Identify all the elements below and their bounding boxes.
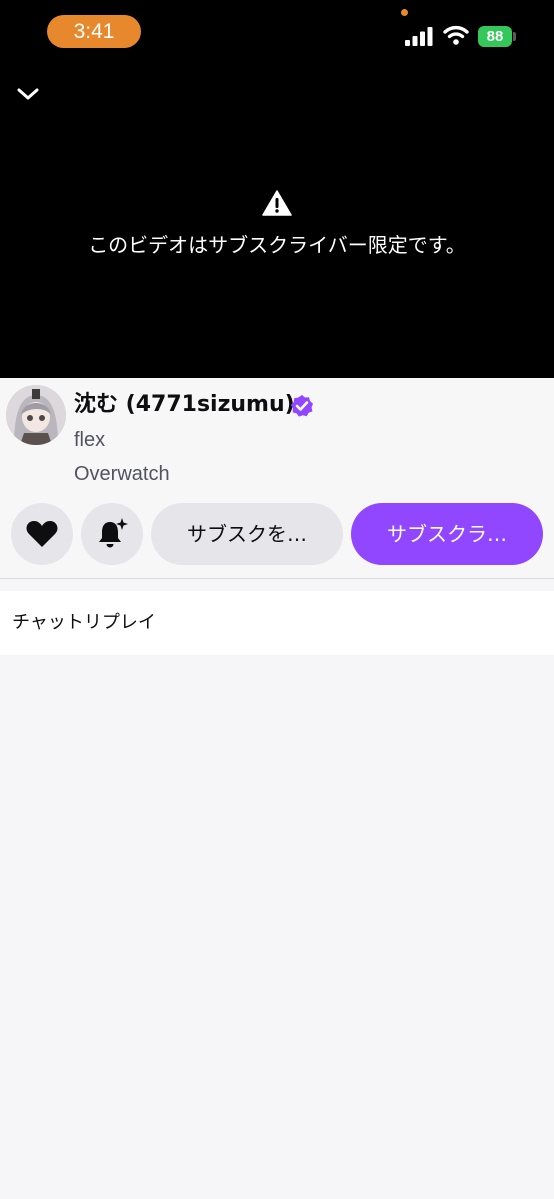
privacy-indicator-dot bbox=[401, 9, 408, 16]
stream-title: flex bbox=[74, 429, 106, 451]
cellular-signal-icon bbox=[405, 27, 433, 46]
collapse-chevron-icon[interactable] bbox=[14, 82, 42, 106]
game-category[interactable]: Overwatch bbox=[74, 459, 170, 489]
status-time: 3:41 bbox=[47, 15, 141, 48]
battery-indicator: 88 bbox=[478, 26, 512, 47]
video-player[interactable] bbox=[0, 0, 554, 378]
verified-badge-icon bbox=[290, 395, 313, 417]
gift-subscription-button[interactable]: サブスクを… bbox=[151, 503, 343, 565]
subscribe-button[interactable]: サブスクラ… bbox=[351, 503, 543, 565]
battery-level: 88 bbox=[486, 28, 504, 45]
subscriber-only-notice: このビデオはサブスクライバー限定です。 bbox=[88, 233, 466, 257]
avatar-illustration bbox=[6, 385, 66, 445]
wifi-icon bbox=[443, 25, 469, 45]
chat-replay-label: チャットリプレイ bbox=[12, 612, 156, 633]
battery-cap bbox=[513, 32, 516, 41]
channel-name[interactable]: 沈む (4771sizumu) bbox=[74, 389, 295, 421]
follow-button[interactable] bbox=[11, 503, 73, 565]
bell-sparkle-icon bbox=[99, 518, 128, 548]
warning-icon bbox=[262, 190, 292, 216]
heart-icon bbox=[26, 521, 58, 547]
channel-avatar[interactable] bbox=[6, 385, 66, 445]
section-divider bbox=[0, 578, 554, 579]
notifications-button[interactable] bbox=[81, 503, 143, 565]
